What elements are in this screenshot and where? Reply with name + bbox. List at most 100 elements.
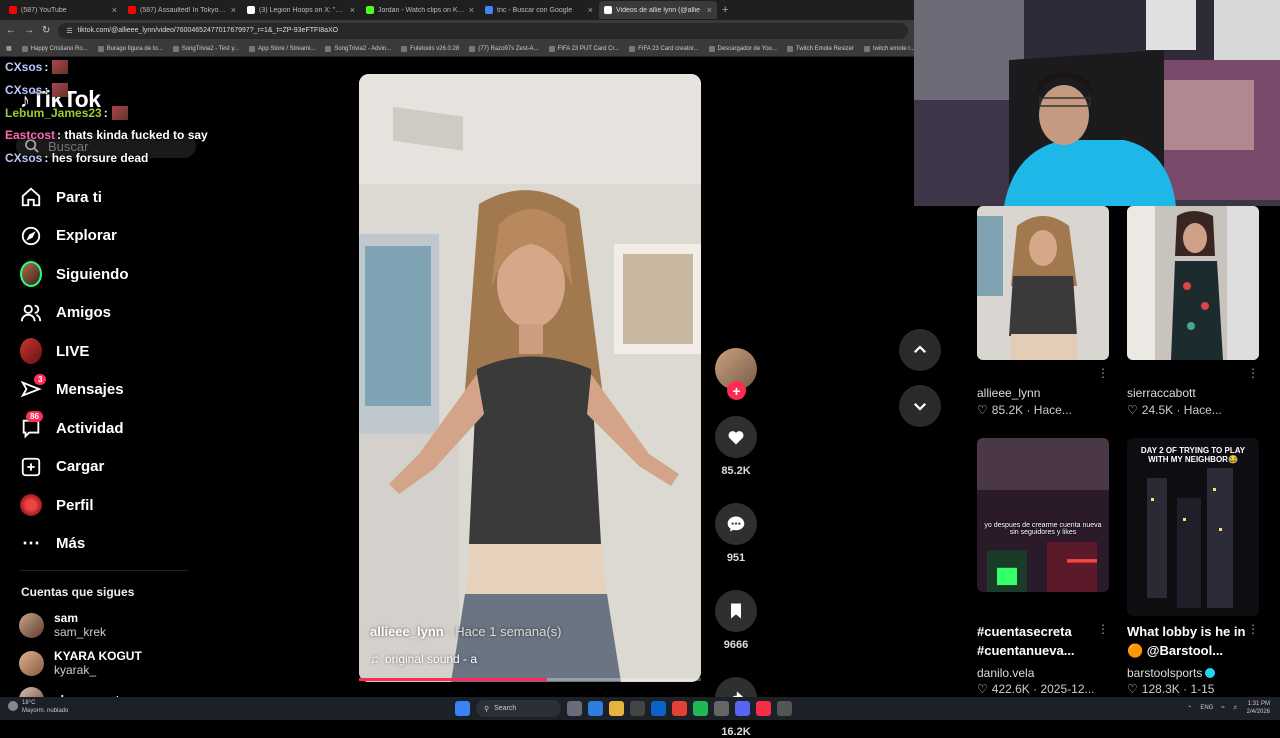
card-username[interactable]: allieee_lynn: [977, 386, 1040, 400]
compass-icon: [20, 225, 42, 247]
heart-outline-icon: ♡: [1127, 682, 1138, 696]
bookmark-item[interactable]: App Store / Streami...: [249, 45, 315, 52]
browser-tab[interactable]: (587) YouTube ×: [4, 1, 122, 19]
video-thumbnail[interactable]: [1127, 206, 1259, 360]
video-thumbnail[interactable]: [977, 206, 1109, 360]
card-more-icon[interactable]: ⋮: [1247, 622, 1259, 636]
tab-close-icon[interactable]: ×: [231, 5, 236, 15]
chevron-up-icon[interactable]: ⌃: [1187, 705, 1192, 712]
tab-favicon-icon: [485, 6, 493, 14]
video-thumbnail[interactable]: DAY 2 OF TRYING TO PLAY WITH MY NEIGHBOR…: [1127, 438, 1259, 616]
sidebar-item-amigos[interactable]: Amigos: [20, 294, 220, 333]
lang-indicator[interactable]: ENG: [1200, 705, 1213, 711]
bookmark-item[interactable]: SongTrivia2 - Test y...: [172, 45, 239, 52]
comment-button[interactable]: [715, 503, 757, 545]
card-username[interactable]: barstoolsports: [1127, 666, 1216, 680]
browser-tab[interactable]: Videos de allie lynn (@allie ×: [599, 1, 717, 19]
wifi-icon[interactable]: ≈: [1221, 705, 1224, 711]
bookmark-item[interactable]: FIFA 23 PUT Card Cr...: [548, 45, 619, 52]
video-sound[interactable]: ♫ original sound - a: [370, 652, 477, 666]
follow-plus-icon[interactable]: +: [727, 381, 746, 400]
bookmark-item[interactable]: twitch emote r...: [863, 45, 914, 52]
card-more-icon[interactable]: ⋮: [1247, 366, 1259, 380]
windows-start-icon[interactable]: [455, 701, 470, 716]
avatar: [19, 650, 44, 676]
address-bar[interactable]: ☰ tiktok.com/@allieee_lynn/video/7600465…: [58, 22, 908, 39]
sidebar-item-siguiendo[interactable]: Siguiendo: [20, 255, 220, 294]
sidebar-item-mensajes[interactable]: Mensajes 3: [20, 371, 220, 410]
reload-icon[interactable]: ↻: [42, 25, 50, 36]
bookmark-item[interactable]: Fuletools v26.0.28: [401, 45, 459, 52]
file-explorer-icon[interactable]: [609, 701, 624, 716]
browser-tab[interactable]: (3) Legion Hoops on X: "FULL T ×: [242, 1, 360, 19]
chat-emote-icon: [52, 60, 69, 74]
sidebar-item-actividad[interactable]: Actividad 86: [20, 409, 220, 448]
chat-username: Eastcost: [5, 128, 56, 142]
obs-icon[interactable]: [777, 701, 792, 716]
bookmark-item[interactable]: SongTrivia2 - Advin...: [325, 45, 391, 52]
volume-icon[interactable]: ♬: [1233, 705, 1239, 711]
video-thumbnail[interactable]: yo despues de crearme cuenta nueva sin s…: [977, 438, 1109, 592]
bookmark-item[interactable]: Twitch Emote Resizer: [786, 45, 854, 52]
card-title[interactable]: #cuentasecreta #cuentanueva...: [977, 622, 1105, 660]
next-video-button[interactable]: [899, 385, 941, 427]
bookmark-item[interactable]: (77) Razo97s Zest-A...: [469, 45, 539, 52]
discord-icon[interactable]: [735, 701, 750, 716]
task-view-icon[interactable]: [567, 701, 582, 716]
card-title[interactable]: What lobby is he in 🟠 @Barstool...: [1127, 622, 1255, 660]
card-username[interactable]: sierraccabott: [1127, 386, 1196, 400]
bookmark-item[interactable]: FIFA 23 Card creator...: [629, 45, 699, 52]
video-caption-user[interactable]: allieee_lynn · Hace 1 semana(s): [370, 624, 561, 639]
card-username[interactable]: danilo.vela: [977, 666, 1034, 680]
video-progress-bar[interactable]: [359, 678, 701, 681]
spotify-icon[interactable]: [693, 701, 708, 716]
card-more-icon[interactable]: ⋮: [1097, 622, 1109, 636]
clock[interactable]: 1:31 PM 2/4/2026: [1247, 700, 1270, 716]
sidebar-item-live[interactable]: LIVE: [20, 332, 220, 371]
tab-close-icon[interactable]: ×: [707, 5, 712, 15]
tab-title: tnc - Buscar con Google: [497, 6, 573, 14]
sidebar-item-perfil[interactable]: Perfil: [20, 486, 220, 525]
card-more-icon[interactable]: ⋮: [1097, 366, 1109, 380]
new-tab-icon[interactable]: +: [722, 4, 728, 16]
back-icon[interactable]: ←: [6, 25, 16, 36]
previous-video-button[interactable]: [899, 329, 941, 371]
save-count: 9666: [723, 639, 749, 651]
mail-icon[interactable]: [651, 701, 666, 716]
sidebar-item-para-ti[interactable]: Para ti: [20, 178, 220, 217]
sidebar-item-mas[interactable]: ⋯ Más: [20, 525, 220, 564]
bookmark-item[interactable]: Descargador de Yoo...: [708, 45, 777, 52]
browser-tab[interactable]: Jordan - Watch clips on Kick ×: [361, 1, 479, 19]
site-info-icon[interactable]: ☰: [66, 27, 72, 35]
video-player[interactable]: [359, 74, 701, 682]
forward-icon[interactable]: →: [24, 25, 34, 36]
tab-close-icon[interactable]: ×: [469, 5, 474, 15]
bookmark-item[interactable]: Burago figura de to...: [97, 45, 163, 52]
bookmark-label: FIFA 23 Card creator...: [638, 45, 699, 52]
apps-icon[interactable]: ▦: [6, 45, 12, 52]
like-button[interactable]: [715, 416, 757, 458]
music-app-icon[interactable]: [756, 701, 771, 716]
edge-icon[interactable]: [588, 701, 603, 716]
store-icon[interactable]: [630, 701, 645, 716]
tab-close-icon[interactable]: ×: [588, 5, 593, 15]
tab-favicon-icon: [247, 6, 255, 14]
tab-close-icon[interactable]: ×: [350, 5, 355, 15]
save-button[interactable]: [715, 590, 757, 632]
chrome-icon[interactable]: [672, 701, 687, 716]
sidebar-item-cargar[interactable]: Cargar: [20, 448, 220, 487]
bookmark-item[interactable]: Happy Cristiano Ro...: [21, 45, 88, 52]
creator-avatar[interactable]: +: [715, 348, 757, 400]
chat-username: CXsos: [5, 60, 43, 74]
chat-text: :: [44, 60, 49, 74]
sidebar-item-explorar[interactable]: Explorar: [20, 217, 220, 256]
weather-widget[interactable]: 18°C Mayorm. nublado: [8, 699, 68, 715]
browser-tab[interactable]: tnc - Buscar con Google ×: [480, 1, 598, 19]
app-icon[interactable]: [714, 701, 729, 716]
tab-title: Jordan - Watch clips on Kick: [378, 6, 465, 14]
taskbar-search[interactable]: ⚲ Search: [476, 700, 561, 717]
browser-tab[interactable]: (587) Assaulted! In Tokyo Pt.o ×: [123, 1, 241, 19]
tab-close-icon[interactable]: ×: [112, 5, 117, 15]
following-account[interactable]: sam sam_krek: [19, 611, 106, 639]
following-account[interactable]: KYARA KOGUT kyarak_: [19, 649, 142, 677]
